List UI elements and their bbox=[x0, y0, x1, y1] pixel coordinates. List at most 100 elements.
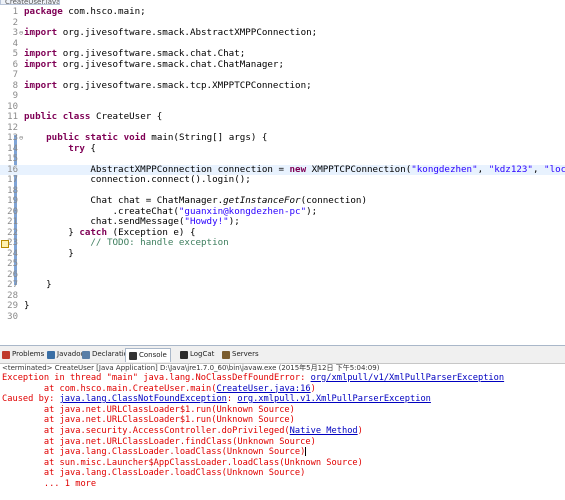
console-line: at java.net.URLClassLoader.findClass(Unk… bbox=[2, 437, 316, 448]
console-text: ... 1 more bbox=[2, 479, 97, 489]
line-number: 5 bbox=[12, 49, 18, 59]
code-token: "kongdezhen" bbox=[411, 163, 478, 175]
tab-servers[interactable]: Servers bbox=[222, 348, 259, 361]
console-line: Exception in thread "main" java.lang.NoC… bbox=[2, 373, 504, 384]
code-token: , bbox=[532, 163, 545, 175]
code-token: public bbox=[24, 111, 63, 122]
fold-toggle-icon[interactable]: ⊖ bbox=[19, 28, 23, 39]
code-token: AbstractXMPPConnection connection = bbox=[24, 163, 290, 175]
console-link[interactable]: org/xmlpull/v1/XmlPullParserException bbox=[311, 373, 505, 383]
code-line[interactable]: 1 package com.hsco.main; bbox=[0, 6, 565, 18]
code-line[interactable]: 3 ⊖ import org.jivesoftware.smack.Abstract… bbox=[0, 27, 565, 39]
console-text: at java.net.URLClassLoader$1.run(Unknown… bbox=[2, 404, 295, 415]
console-text: at java.net.URLClassLoader.findClass(Unk… bbox=[2, 436, 316, 447]
code-line[interactable]: 17 connection.connect().login(); bbox=[0, 174, 565, 186]
console-line: at java.net.URLClassLoader$1.run(Unknown… bbox=[2, 405, 295, 416]
line-number: 19 bbox=[7, 196, 18, 206]
console-text: at java.lang.ClassLoader.loadClass(Unkno… bbox=[2, 447, 306, 458]
line-number: 3 bbox=[12, 28, 18, 38]
code-token: class bbox=[62, 111, 96, 122]
line-number: 21 bbox=[7, 217, 18, 227]
console-link[interactable]: Native Method bbox=[290, 426, 358, 436]
console-text: at java.security.AccessController.doPriv… bbox=[2, 426, 290, 436]
code-line[interactable]: 9 bbox=[0, 91, 565, 102]
code-token: import bbox=[24, 58, 63, 70]
code-line[interactable]: 14 try { bbox=[0, 142, 565, 155]
code-token: // TODO: handle exception bbox=[90, 237, 229, 248]
code-token: .createChat( bbox=[24, 205, 179, 217]
code-text: connection.connect().login(); bbox=[24, 174, 250, 186]
console-link[interactable]: java.lang.ClassNotFoundException bbox=[60, 394, 227, 404]
code-line[interactable]: 26 bbox=[0, 270, 565, 281]
code-token: org.jivesoftware.smack.chat.Chat; bbox=[62, 48, 246, 59]
console-link[interactable]: org.xmlpull.v1.XmlPullParserException bbox=[237, 394, 431, 404]
line-number: 29 bbox=[7, 301, 18, 311]
code-line[interactable]: 24 } bbox=[0, 247, 565, 260]
line-number: 2 bbox=[12, 17, 18, 28]
tab-logcat[interactable]: LogCat bbox=[180, 348, 214, 361]
tab-console[interactable]: Console bbox=[125, 348, 171, 362]
code-line[interactable]: 23 // TODO: handle exception bbox=[0, 237, 565, 249]
code-token: XMPPTCPConnection( bbox=[311, 163, 412, 175]
line-number: 14 bbox=[7, 143, 18, 154]
console-text: at java.net.URLClassLoader$1.run(Unknown… bbox=[2, 415, 295, 426]
code-line[interactable]: 28 bbox=[0, 291, 565, 302]
code-line[interactable]: 30 bbox=[0, 312, 565, 323]
code-text: } bbox=[24, 247, 74, 260]
console-link[interactable]: CreateUser.java:16 bbox=[216, 384, 310, 394]
console-text: Caused by: bbox=[2, 394, 60, 405]
line-number: 22 bbox=[7, 227, 18, 238]
line-number: 26 bbox=[7, 269, 18, 280]
code-token: } bbox=[24, 247, 74, 259]
code-token: import bbox=[24, 79, 63, 91]
code-token: Chat chat = ChatManager. bbox=[24, 195, 224, 206]
line-number: 25 bbox=[7, 259, 18, 269]
code-token: , bbox=[477, 163, 489, 175]
console-text: at sun.misc.Launcher$AppClassLoader.load… bbox=[2, 457, 363, 468]
line-number: 6 bbox=[12, 59, 18, 70]
line-number: 11 bbox=[7, 112, 18, 122]
console-text: Exception in thread "main" java.lang.NoC… bbox=[2, 373, 311, 383]
code-editor[interactable]: CreateUser.java 1 package com.hsco.main; 2… bbox=[0, 0, 565, 345]
code-text: } bbox=[24, 300, 30, 312]
servers-icon bbox=[222, 350, 230, 359]
code-token: static bbox=[84, 132, 124, 143]
line-number: 24 bbox=[7, 248, 18, 259]
console-line: at java.net.URLClassLoader$1.run(Unknown… bbox=[2, 415, 295, 426]
code-text: try { bbox=[24, 142, 96, 155]
fold-toggle-icon[interactable]: ⊖ bbox=[19, 133, 23, 144]
tab-problems[interactable]: Problems bbox=[2, 348, 44, 361]
line-number: 1 bbox=[12, 7, 18, 17]
line-number: 17 bbox=[7, 175, 18, 185]
code-line[interactable]: 27 } bbox=[0, 279, 565, 291]
code-line[interactable]: 11 public class CreateUser { bbox=[0, 111, 565, 123]
tab-javadoc[interactable]: Javadoc bbox=[47, 348, 84, 361]
code-token: try bbox=[68, 142, 91, 154]
console-line: at com.hsco.main.CreateUser.main(CreateU… bbox=[2, 384, 316, 395]
code-token: } bbox=[24, 300, 30, 311]
code-token: ); bbox=[228, 216, 240, 227]
code-token: org.jivesoftware.smack.AbstractXMPPConne… bbox=[62, 27, 318, 38]
logcat-icon bbox=[180, 350, 188, 359]
console-process-info: <terminated> CreateUser [Java Applicatio… bbox=[2, 364, 380, 372]
console-line: ... 1 more bbox=[2, 479, 96, 490]
tab-label: Servers bbox=[232, 350, 259, 358]
code-line[interactable]: 6 import org.jivesoftware.smack.chat.Chat… bbox=[0, 58, 565, 71]
code-text: import org.jivesoftware.smack.tcp.XMPPTC… bbox=[24, 79, 312, 92]
line-number: 10 bbox=[7, 101, 18, 112]
code-token: public bbox=[46, 132, 85, 143]
code-token: main(String[] args) { bbox=[151, 132, 268, 143]
tab-label: Problems bbox=[12, 350, 45, 358]
code-line[interactable]: 29} bbox=[0, 300, 565, 312]
line-number: 27 bbox=[7, 280, 18, 290]
task-marker-icon[interactable] bbox=[1, 240, 9, 248]
code-line[interactable]: 8 import org.jivesoftware.smack.tcp.XMPPT… bbox=[0, 79, 565, 92]
code-token: new bbox=[289, 163, 312, 175]
code-line[interactable]: 25 bbox=[0, 259, 565, 270]
code-token: catch bbox=[79, 226, 113, 238]
code-token: "kdz123" bbox=[488, 163, 533, 175]
code-token: "Howdy!" bbox=[184, 216, 229, 227]
declaration-icon bbox=[82, 350, 90, 359]
code-token: CreateUser { bbox=[95, 111, 163, 122]
